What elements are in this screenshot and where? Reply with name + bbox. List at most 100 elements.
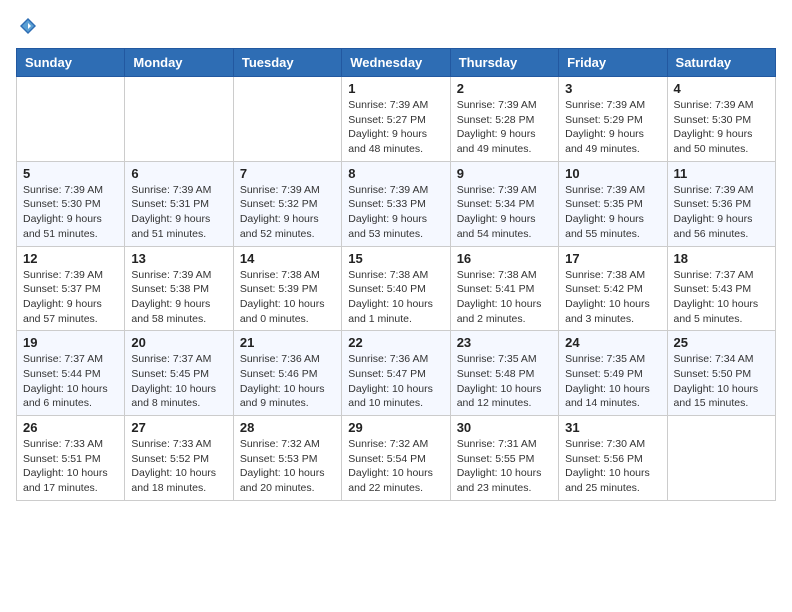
day-number: 26 — [23, 420, 118, 435]
calendar-week-row: 26 Sunrise: 7:33 AM Sunset: 5:51 PM Dayli… — [17, 416, 776, 501]
calendar-cell: 15 Sunrise: 7:38 AM Sunset: 5:40 PM Dayli… — [342, 246, 450, 331]
calendar-cell: 19 Sunrise: 7:37 AM Sunset: 5:44 PM Dayli… — [17, 331, 125, 416]
day-info: Sunrise: 7:33 AM Sunset: 5:51 PM Dayligh… — [23, 437, 118, 496]
day-info: Sunrise: 7:35 AM Sunset: 5:48 PM Dayligh… — [457, 352, 552, 411]
day-info: Sunrise: 7:37 AM Sunset: 5:43 PM Dayligh… — [674, 268, 769, 327]
day-number: 6 — [131, 166, 226, 181]
calendar-cell: 22Sunrise: 7:36 AM Sunset: 5:47 PM Dayli… — [342, 331, 450, 416]
day-number: 13 — [131, 251, 226, 266]
day-number: 24 — [565, 335, 660, 350]
calendar-cell: 9 Sunrise: 7:39 AM Sunset: 5:34 PM Daylig… — [450, 161, 558, 246]
day-number: 17 — [565, 251, 660, 266]
calendar-cell: 2 Sunrise: 7:39 AM Sunset: 5:28 PM Daylig… — [450, 77, 558, 162]
day-number: 23 — [457, 335, 552, 350]
day-info: Sunrise: 7:38 AM Sunset: 5:42 PM Dayligh… — [565, 268, 660, 327]
calendar-week-row: 19 Sunrise: 7:37 AM Sunset: 5:44 PM Dayli… — [17, 331, 776, 416]
day-info: Sunrise: 7:39 AM Sunset: 5:33 PM Dayligh… — [348, 183, 443, 242]
day-info: Sunrise: 7:39 AM Sunset: 5:31 PM Dayligh… — [131, 183, 226, 242]
day-number: 28 — [240, 420, 335, 435]
weekday-header-friday: Friday — [559, 49, 667, 77]
day-info: Sunrise: 7:33 AM Sunset: 5:52 PM Dayligh… — [131, 437, 226, 496]
day-number: 21 — [240, 335, 335, 350]
day-number: 4 — [674, 81, 769, 96]
calendar-cell: 10 Sunrise: 7:39 AM Sunset: 5:35 PM Dayli… — [559, 161, 667, 246]
day-info: Sunrise: 7:31 AM Sunset: 5:55 PM Dayligh… — [457, 437, 552, 496]
day-number: 16 — [457, 251, 552, 266]
day-info: Sunrise: 7:34 AM Sunset: 5:50 PM Dayligh… — [674, 352, 769, 411]
day-number: 7 — [240, 166, 335, 181]
day-number: 18 — [674, 251, 769, 266]
day-info: Sunrise: 7:35 AM Sunset: 5:49 PM Dayligh… — [565, 352, 660, 411]
day-number: 8 — [348, 166, 443, 181]
calendar-cell: 28 Sunrise: 7:32 AM Sunset: 5:53 PM Dayli… — [233, 416, 341, 501]
day-info: Sunrise: 7:38 AM Sunset: 5:39 PM Dayligh… — [240, 268, 335, 327]
day-info: Sunrise: 7:36 AM Sunset: 5:46 PM Dayligh… — [240, 352, 335, 411]
calendar-cell: 3Sunrise: 7:39 AM Sunset: 5:29 PM Daylig… — [559, 77, 667, 162]
weekday-header-sunday: Sunday — [17, 49, 125, 77]
day-info: Sunrise: 7:39 AM Sunset: 5:36 PM Dayligh… — [674, 183, 769, 242]
calendar-cell: 25 Sunrise: 7:34 AM Sunset: 5:50 PM Dayli… — [667, 331, 775, 416]
weekday-header-thursday: Thursday — [450, 49, 558, 77]
day-info: Sunrise: 7:39 AM Sunset: 5:37 PM Dayligh… — [23, 268, 118, 327]
day-number: 1 — [348, 81, 443, 96]
day-number: 20 — [131, 335, 226, 350]
day-number: 30 — [457, 420, 552, 435]
calendar-cell: 14Sunrise: 7:38 AM Sunset: 5:39 PM Dayli… — [233, 246, 341, 331]
calendar-cell: 7 Sunrise: 7:39 AM Sunset: 5:32 PM Daylig… — [233, 161, 341, 246]
day-info: Sunrise: 7:39 AM Sunset: 5:32 PM Dayligh… — [240, 183, 335, 242]
page-header — [16, 16, 776, 36]
calendar-cell: 31Sunrise: 7:30 AM Sunset: 5:56 PM Dayli… — [559, 416, 667, 501]
day-info: Sunrise: 7:38 AM Sunset: 5:41 PM Dayligh… — [457, 268, 552, 327]
weekday-header-monday: Monday — [125, 49, 233, 77]
day-number: 27 — [131, 420, 226, 435]
calendar-cell — [17, 77, 125, 162]
calendar-cell: 13 Sunrise: 7:39 AM Sunset: 5:38 PM Dayli… — [125, 246, 233, 331]
day-number: 5 — [23, 166, 118, 181]
calendar-cell: 20 Sunrise: 7:37 AM Sunset: 5:45 PM Dayli… — [125, 331, 233, 416]
calendar-cell: 4 Sunrise: 7:39 AM Sunset: 5:30 PM Daylig… — [667, 77, 775, 162]
day-info: Sunrise: 7:36 AM Sunset: 5:47 PM Dayligh… — [348, 352, 443, 411]
logo-icon — [18, 16, 38, 36]
calendar-cell: 11 Sunrise: 7:39 AM Sunset: 5:36 PM Dayli… — [667, 161, 775, 246]
calendar-cell: 8 Sunrise: 7:39 AM Sunset: 5:33 PM Daylig… — [342, 161, 450, 246]
day-info: Sunrise: 7:37 AM Sunset: 5:44 PM Dayligh… — [23, 352, 118, 411]
day-info: Sunrise: 7:39 AM Sunset: 5:34 PM Dayligh… — [457, 183, 552, 242]
day-number: 9 — [457, 166, 552, 181]
calendar-cell — [125, 77, 233, 162]
day-number: 19 — [23, 335, 118, 350]
calendar-cell: 23 Sunrise: 7:35 AM Sunset: 5:48 PM Dayli… — [450, 331, 558, 416]
day-info: Sunrise: 7:32 AM Sunset: 5:54 PM Dayligh… — [348, 437, 443, 496]
day-info: Sunrise: 7:39 AM Sunset: 5:30 PM Dayligh… — [23, 183, 118, 242]
calendar-cell: 30 Sunrise: 7:31 AM Sunset: 5:55 PM Dayli… — [450, 416, 558, 501]
day-number: 29 — [348, 420, 443, 435]
day-info: Sunrise: 7:39 AM Sunset: 5:28 PM Dayligh… — [457, 98, 552, 157]
day-number: 3 — [565, 81, 660, 96]
day-info: Sunrise: 7:39 AM Sunset: 5:30 PM Dayligh… — [674, 98, 769, 157]
day-number: 11 — [674, 166, 769, 181]
day-info: Sunrise: 7:39 AM Sunset: 5:35 PM Dayligh… — [565, 183, 660, 242]
day-info: Sunrise: 7:37 AM Sunset: 5:45 PM Dayligh… — [131, 352, 226, 411]
calendar-cell: 5 Sunrise: 7:39 AM Sunset: 5:30 PM Daylig… — [17, 161, 125, 246]
calendar-week-row: 12 Sunrise: 7:39 AM Sunset: 5:37 PM Dayli… — [17, 246, 776, 331]
calendar-cell: 17 Sunrise: 7:38 AM Sunset: 5:42 PM Dayli… — [559, 246, 667, 331]
day-number: 31 — [565, 420, 660, 435]
weekday-header-saturday: Saturday — [667, 49, 775, 77]
calendar-cell: 16 Sunrise: 7:38 AM Sunset: 5:41 PM Dayli… — [450, 246, 558, 331]
logo — [16, 16, 38, 36]
day-number: 25 — [674, 335, 769, 350]
calendar-cell: 1Sunrise: 7:39 AM Sunset: 5:27 PM Daylig… — [342, 77, 450, 162]
day-number: 12 — [23, 251, 118, 266]
calendar-cell: 24 Sunrise: 7:35 AM Sunset: 5:49 PM Dayli… — [559, 331, 667, 416]
calendar-cell: 26 Sunrise: 7:33 AM Sunset: 5:51 PM Dayli… — [17, 416, 125, 501]
weekday-header-wednesday: Wednesday — [342, 49, 450, 77]
calendar-week-row: 1Sunrise: 7:39 AM Sunset: 5:27 PM Daylig… — [17, 77, 776, 162]
calendar-cell: 29 Sunrise: 7:32 AM Sunset: 5:54 PM Dayli… — [342, 416, 450, 501]
weekday-header-row: SundayMondayTuesdayWednesdayThursdayFrid… — [17, 49, 776, 77]
day-info: Sunrise: 7:39 AM Sunset: 5:38 PM Dayligh… — [131, 268, 226, 327]
day-info: Sunrise: 7:32 AM Sunset: 5:53 PM Dayligh… — [240, 437, 335, 496]
day-info: Sunrise: 7:38 AM Sunset: 5:40 PM Dayligh… — [348, 268, 443, 327]
day-number: 2 — [457, 81, 552, 96]
calendar-cell — [233, 77, 341, 162]
day-number: 15 — [348, 251, 443, 266]
day-number: 10 — [565, 166, 660, 181]
